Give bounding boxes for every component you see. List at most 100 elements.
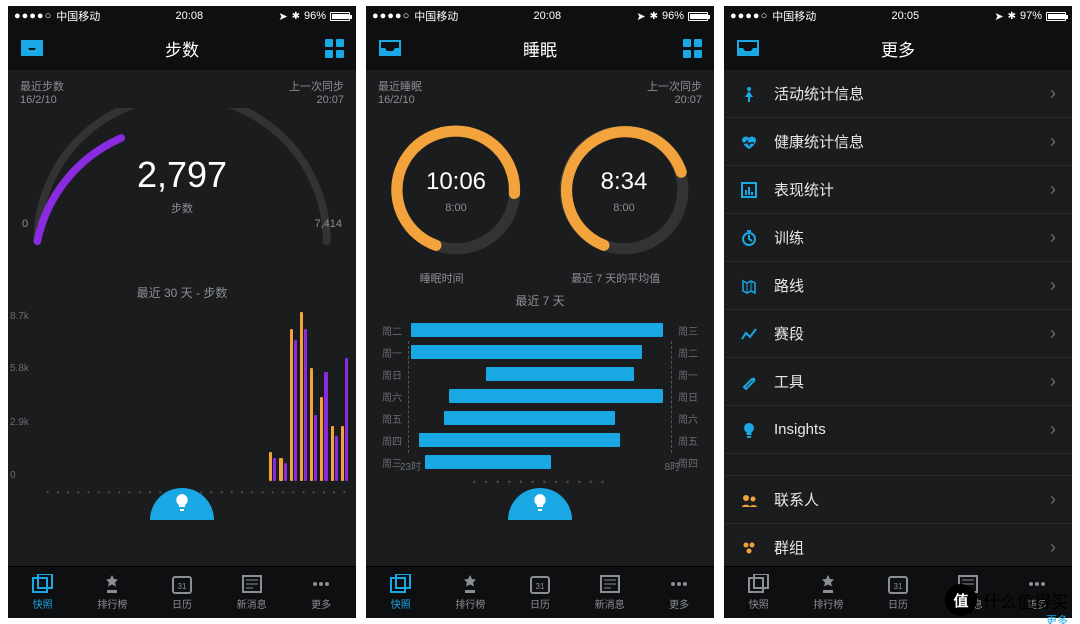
bar [273, 458, 276, 481]
tab-calendar[interactable]: 31 日历 [505, 574, 575, 611]
tab-news[interactable]: 新消息 [575, 574, 645, 611]
inbox-button[interactable] [366, 26, 414, 70]
list-label: 活动统计信息 [774, 83, 864, 104]
sleep-7day-chart[interactable]: 周二周三周一周二周日周一周六周日周五周六周四周五周三周四 23时 8时 • • … [366, 313, 714, 493]
tab-label: 排行榜 [813, 600, 843, 611]
dial-value: 8:34 [554, 168, 694, 196]
inbox-icon [378, 39, 402, 57]
bulb-icon [532, 493, 548, 513]
battery-icon [1046, 12, 1066, 21]
bar [324, 372, 327, 481]
carrier: 中国移动 [772, 8, 816, 24]
dial-label: 最近 7 天的平均值 [571, 270, 660, 286]
status-time: 20:08 [176, 10, 204, 22]
screen-more: ●●●●○中国移动 20:05 ➤✱97% 更多 活动统计信息›健康统计信息›表… [724, 6, 1072, 618]
battery-pct: 96% [662, 10, 684, 22]
location-icon: ➤ [636, 10, 645, 23]
more-item[interactable]: 健康统计信息› [724, 118, 1072, 166]
status-bar: ●●●●○ 中国移动 20:08 ➤ ✱ 96% [8, 6, 356, 26]
list-icon [740, 133, 758, 151]
list-label: 表现统计 [774, 179, 834, 200]
bar [320, 397, 323, 481]
more-item[interactable]: Insights› [724, 406, 1072, 454]
bar [300, 312, 303, 481]
recent-date: 16/2/10 [20, 94, 64, 106]
tab-leaderboard[interactable]: 排行榜 [78, 574, 148, 611]
nav-title: 睡眠 [523, 36, 557, 61]
tab-label: 日历 [888, 600, 908, 611]
list-label: 群组 [774, 537, 804, 558]
inbox-button[interactable] [724, 26, 772, 70]
more-item[interactable]: 赛段› [724, 310, 1072, 358]
sleep-dial-avg[interactable]: 8:34 8:00 [554, 120, 694, 260]
bar [345, 358, 348, 481]
inbox-button[interactable] [8, 26, 56, 70]
steps-value: 2,797 [18, 154, 346, 196]
steps-value-label: 步数 [18, 200, 346, 216]
tab-bar: 快照 排行榜 31 日历 新消息 更多 [8, 566, 356, 618]
tab-leaderboard[interactable]: 排行榜 [794, 574, 864, 611]
tab-snapshot[interactable]: 快照 [366, 574, 436, 611]
svg-text:31: 31 [178, 582, 187, 591]
sleep-dial-today[interactable]: 10:06 8:00 [386, 120, 526, 260]
more-item[interactable]: 联系人› [724, 476, 1072, 524]
tab-calendar[interactable]: 31 日历 [147, 574, 217, 611]
svg-text:31: 31 [536, 582, 545, 591]
tab-leaderboard[interactable]: 排行榜 [436, 574, 506, 611]
list-icon [740, 325, 758, 343]
more-item[interactable]: 群组› [724, 524, 1072, 566]
watermark-sub: 更多 [1046, 612, 1068, 624]
sync-label: 上一次同步 [289, 78, 344, 94]
watermark-text: 什么值得买 [983, 588, 1068, 613]
recent-label: 最近步数 [20, 78, 64, 94]
tab-label: 快照 [749, 600, 769, 611]
more-item[interactable]: 训练› [724, 214, 1072, 262]
inbox-icon [736, 39, 760, 57]
tab-calendar[interactable]: 31 日历 [863, 574, 933, 611]
tab-more[interactable]: 更多 [644, 574, 714, 611]
list-icon [740, 491, 758, 509]
dial-label: 睡眠时间 [420, 270, 464, 286]
bar [304, 329, 307, 481]
list-label: 健康统计信息 [774, 131, 864, 152]
grid-icon [325, 39, 344, 58]
list-icon [740, 539, 758, 557]
more-item[interactable]: 路线› [724, 262, 1072, 310]
more-item[interactable]: 活动统计信息 › [724, 70, 1072, 118]
gauge-max: 7,414 [314, 218, 342, 230]
chevron-right-icon: › [1050, 371, 1056, 392]
tab-label: 排行榜 [455, 600, 485, 611]
list-icon [740, 277, 758, 295]
more-item[interactable]: 表现统计› [724, 166, 1072, 214]
battery-icon [330, 12, 350, 21]
recent-label: 最近睡眠 [378, 78, 422, 94]
more-item[interactable]: 工具› [724, 358, 1072, 406]
grid-button[interactable] [671, 26, 714, 70]
list-icon [740, 85, 758, 103]
signal-dots: ●●●●○ [730, 10, 768, 22]
carrier: 中国移动 [56, 8, 100, 24]
bulb-icon [174, 493, 190, 513]
sync-time: 20:07 [289, 94, 344, 106]
nav-bar: 步数 [8, 26, 356, 70]
watermark-badge: 值 [945, 584, 977, 616]
tab-snapshot[interactable]: 快照 [8, 574, 78, 611]
chevron-right-icon: › [1050, 419, 1056, 440]
svg-text:31: 31 [894, 582, 903, 591]
tab-news[interactable]: 新消息 [217, 574, 287, 611]
gantt-row: 周二周三 [382, 319, 698, 341]
bar [335, 436, 338, 481]
list-label: 联系人 [774, 489, 819, 510]
tab-label: 日历 [530, 600, 550, 611]
tab-snapshot[interactable]: 快照 [724, 574, 794, 611]
tab-label: 排行榜 [97, 600, 127, 611]
battery-icon [688, 12, 708, 21]
gantt-row: 周六周日 [382, 385, 698, 407]
bar [331, 426, 334, 481]
grid-button[interactable] [313, 26, 356, 70]
chevron-right-icon: › [1050, 83, 1056, 104]
steps-gauge[interactable]: 2,797 步数 0 7,414 [18, 108, 346, 278]
location-icon: ➤ [278, 10, 287, 23]
tab-more[interactable]: 更多 [286, 574, 356, 611]
steps-30day-chart[interactable]: 8.7k 5.8k 2.9k 0 •••••••••••••••••••••••… [8, 305, 356, 505]
